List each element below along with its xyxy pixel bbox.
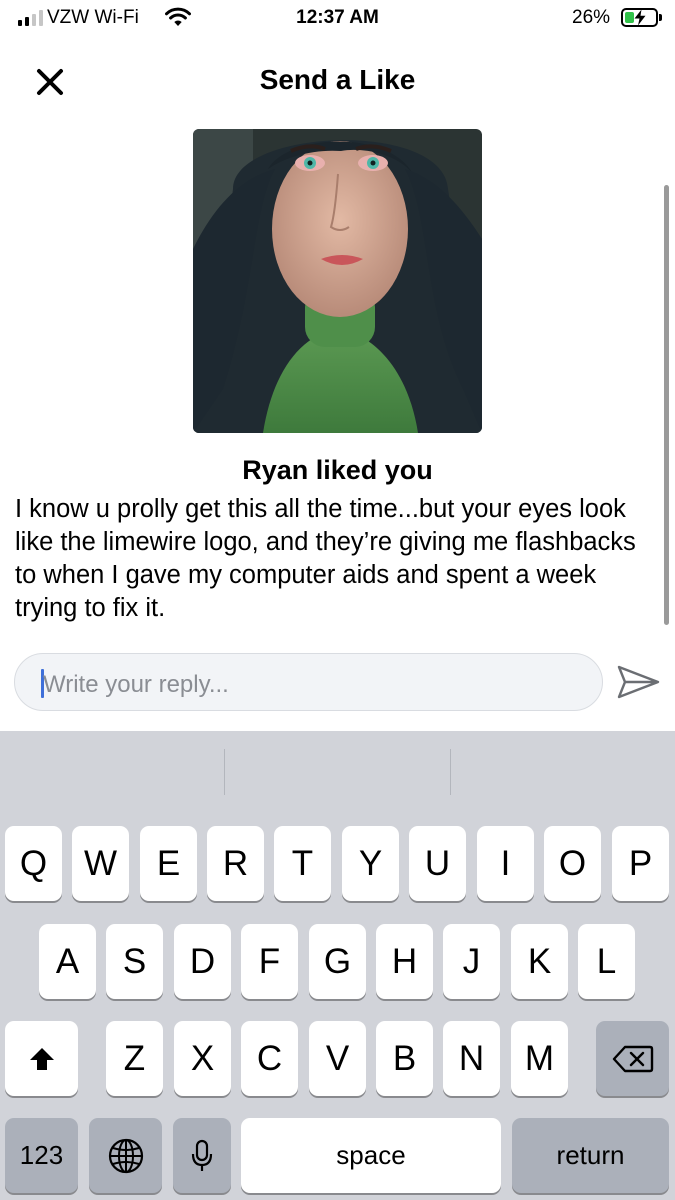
key-n[interactable]: N: [443, 1021, 500, 1096]
key-i[interactable]: I: [477, 826, 534, 901]
send-button[interactable]: [615, 659, 661, 705]
page-title: Send a Like: [259, 64, 416, 95]
space-key[interactable]: space: [241, 1118, 501, 1193]
key-y[interactable]: Y: [342, 826, 399, 901]
numbers-key[interactable]: 123: [5, 1118, 78, 1193]
key-u[interactable]: U: [409, 826, 466, 901]
scrollbar[interactable]: [664, 185, 669, 625]
suggestion-divider: [450, 749, 451, 795]
delete-icon: [612, 1045, 653, 1072]
delete-key[interactable]: [596, 1021, 669, 1096]
reply-input[interactable]: Write your reply...: [14, 653, 603, 711]
key-z[interactable]: Z: [106, 1021, 163, 1096]
key-f[interactable]: F: [241, 924, 298, 999]
like-title: Ryan liked you: [242, 455, 433, 485]
key-g[interactable]: G: [309, 924, 366, 999]
microphone-icon: [191, 1139, 213, 1171]
key-m[interactable]: M: [511, 1021, 568, 1096]
key-v[interactable]: V: [309, 1021, 366, 1096]
key-x[interactable]: X: [174, 1021, 231, 1096]
battery-percent: 26%: [572, 7, 611, 28]
key-a[interactable]: A: [39, 924, 96, 999]
reply-placeholder: Write your reply...: [43, 671, 229, 698]
key-e[interactable]: E: [140, 826, 197, 901]
key-q[interactable]: Q: [5, 826, 62, 901]
key-j[interactable]: J: [443, 924, 500, 999]
battery-icon: [621, 8, 658, 27]
profile-photo: [193, 129, 482, 433]
status-bar: VZW Wi-Fi 12:37 AM 26%: [0, 0, 675, 38]
key-w[interactable]: W: [72, 826, 129, 901]
globe-key[interactable]: [89, 1118, 162, 1193]
return-key[interactable]: return: [512, 1118, 669, 1193]
shift-key[interactable]: [5, 1021, 78, 1096]
key-r[interactable]: R: [207, 826, 264, 901]
globe-icon: [108, 1138, 143, 1173]
dictation-key[interactable]: [173, 1118, 231, 1193]
like-message: I know u prolly get this all the time...…: [15, 495, 636, 622]
shift-icon: [29, 1047, 54, 1070]
key-d[interactable]: D: [174, 924, 231, 999]
key-s[interactable]: S: [106, 924, 163, 999]
key-c[interactable]: C: [241, 1021, 298, 1096]
key-o[interactable]: O: [544, 826, 601, 901]
suggestion-divider: [224, 749, 225, 795]
key-b[interactable]: B: [376, 1021, 433, 1096]
battery-cap: [659, 14, 662, 21]
key-k[interactable]: K: [511, 924, 568, 999]
send-icon: [617, 665, 660, 699]
key-l[interactable]: L: [578, 924, 635, 999]
charging-bolt-icon: [634, 9, 646, 26]
keyboard: Q W E R T Y U I O P A S D F G H J K L Z …: [0, 731, 675, 1200]
key-h[interactable]: H: [376, 924, 433, 999]
key-t[interactable]: T: [274, 826, 331, 901]
key-p[interactable]: P: [612, 826, 669, 901]
